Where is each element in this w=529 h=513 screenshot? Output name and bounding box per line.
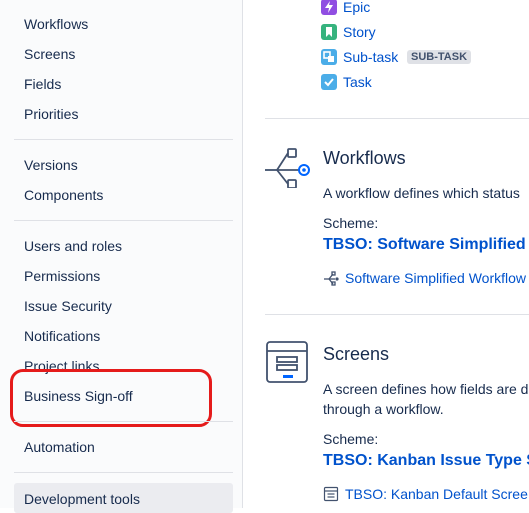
sidebar-divider [14, 421, 233, 422]
screens-description-line1: A screen defines how fields are d [323, 381, 529, 397]
workflows-scheme-link[interactable]: TBSO: Software Simplified [323, 235, 526, 255]
issue-type-label: Epic [343, 0, 371, 15]
subtask-lozenge: SUB-TASK [407, 50, 472, 64]
workflow-link-label: Software Simplified Workflow [345, 270, 527, 286]
workflows-icon [265, 148, 310, 188]
sidebar-item-notifications[interactable]: Notifications [24, 327, 100, 345]
sidebar-divider [14, 472, 233, 473]
sidebar-item-screens[interactable]: Screens [24, 45, 75, 63]
section-divider [265, 118, 529, 119]
sidebar-item-automation[interactable]: Automation [24, 438, 95, 456]
issue-type-label: Task [343, 74, 372, 90]
screens-scheme-link[interactable]: TBSO: Kanban Issue Type S [323, 451, 529, 471]
workflows-scheme-label: Scheme: [323, 215, 379, 231]
workflows-description: A workflow defines which status [323, 185, 520, 201]
sidebar-item-users-and-roles[interactable]: Users and roles [24, 237, 122, 255]
issue-type-label: Sub-task [343, 49, 399, 65]
sidebar-item-label: Development tools [24, 491, 140, 507]
annotation-highlight-circle [10, 369, 212, 427]
workflows-section-title: Workflows [323, 148, 406, 168]
sidebar-item-priorities[interactable]: Priorities [24, 105, 78, 123]
sidebar-item-versions[interactable]: Versions [24, 156, 78, 174]
task-check-icon [321, 74, 337, 90]
issue-type-label: Story [343, 24, 376, 40]
sidebar-item-workflows[interactable]: Workflows [24, 15, 88, 33]
story-bookmark-icon [321, 24, 337, 40]
screens-section-title: Screens [323, 344, 390, 364]
project-settings-summary: Epic Story Sub-task SUB-TASK Task Workfl… [243, 0, 529, 508]
screen-link-label: TBSO: Kanban Default Scree [345, 486, 528, 502]
workflow-link[interactable]: Software Simplified Workflow [323, 269, 526, 287]
screens-description-line2: through a workflow. [323, 401, 444, 417]
sidebar-item-components[interactable]: Components [24, 186, 103, 204]
subtask-icon [321, 49, 337, 65]
screen-link[interactable]: TBSO: Kanban Default Scree [323, 485, 528, 503]
screens-scheme-label: Scheme: [323, 431, 379, 447]
sidebar-item-development-tools[interactable]: Development tools [14, 483, 233, 513]
sidebar-divider [14, 220, 233, 221]
epic-bolt-icon [321, 0, 337, 15]
sidebar-item-fields[interactable]: Fields [24, 75, 61, 93]
sidebar-item-permissions[interactable]: Permissions [24, 267, 100, 285]
sidebar-divider [14, 139, 233, 140]
section-divider [265, 314, 529, 315]
screen-small-icon [323, 486, 339, 502]
project-settings-sidebar: Workflows Screens Fields Priorities Vers… [0, 0, 243, 513]
screens-icon [266, 341, 308, 383]
sidebar-item-issue-security[interactable]: Issue Security [24, 297, 112, 315]
workflow-small-icon [323, 270, 339, 286]
